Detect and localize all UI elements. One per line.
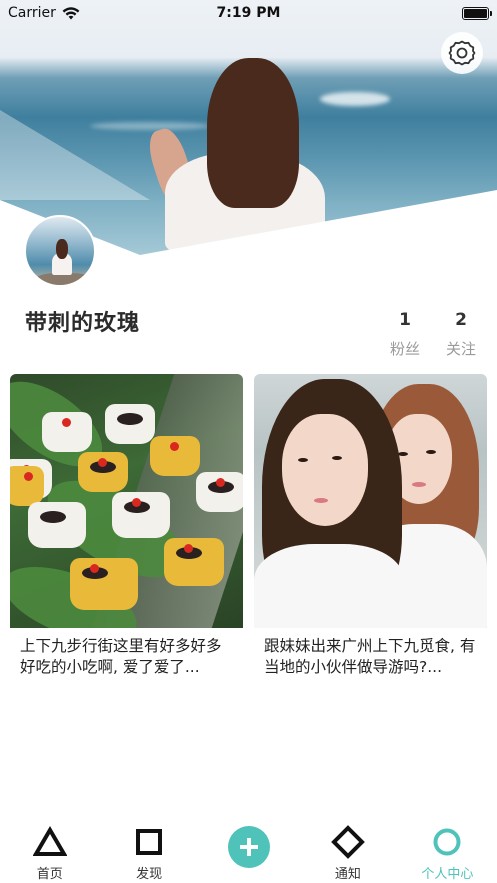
triangle-icon <box>32 826 67 856</box>
status-time: 7:19 PM <box>216 5 281 21</box>
settings-button[interactable] <box>441 32 483 74</box>
tab-discover-label: 发现 <box>136 867 163 882</box>
tab-notifications-label: 通知 <box>334 867 361 882</box>
tab-notifications[interactable]: 通知 <box>298 815 397 883</box>
fans-label: 粉丝 <box>389 340 420 358</box>
tab-discover[interactable]: 发现 <box>99 815 198 883</box>
circle-icon <box>433 828 461 856</box>
tab-home[interactable]: 首页 <box>0 815 99 883</box>
tab-profile[interactable]: 个人中心 <box>398 815 497 883</box>
square-icon <box>136 829 163 855</box>
tab-home-label: 首页 <box>36 867 63 882</box>
following-stat[interactable]: 2 关注 <box>441 310 481 359</box>
plus-icon <box>239 838 258 856</box>
gear-icon <box>448 40 476 66</box>
tab-bar: 首页 发现 通知 个人中心 <box>0 815 497 883</box>
tab-profile-label: 个人中心 <box>421 867 474 882</box>
tab-publish[interactable] <box>199 815 298 883</box>
post-image-selfie <box>254 374 487 628</box>
following-label: 关注 <box>445 340 476 358</box>
publish-button[interactable] <box>227 826 270 868</box>
post-image-food <box>10 374 243 628</box>
fans-stat[interactable]: 1 粉丝 <box>385 310 425 359</box>
diamond-icon <box>331 825 365 859</box>
post-title: 上下九步行街这里有好多好多好吃的小吃啊, 爱了爱了... <box>20 637 222 676</box>
fans-count: 1 <box>399 310 411 330</box>
post-card[interactable]: 跟妹妹出来广州上下九觅食, 有当地的小伙伴做导游吗?... <box>254 374 487 678</box>
battery-icon <box>462 6 492 20</box>
post-title: 跟妹妹出来广州上下九觅食, 有当地的小伙伴做导游吗?... <box>264 637 476 676</box>
avatar[interactable] <box>24 215 96 287</box>
username: 带刺的玫瑰 <box>25 311 141 336</box>
status-bar: Carrier 7:19 PM <box>0 0 497 26</box>
following-count: 2 <box>455 310 467 330</box>
post-card[interactable]: 上下九步行街这里有好多好多好吃的小吃啊, 爱了爱了... <box>10 374 243 678</box>
